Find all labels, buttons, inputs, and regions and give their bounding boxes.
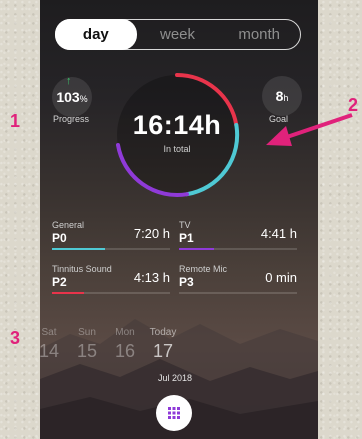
program-bar-fill bbox=[52, 248, 106, 250]
day-item-sat[interactable]: Sat 14 bbox=[40, 327, 68, 362]
program-p2[interactable]: Tinnitus Sound P2 4:13 h bbox=[52, 264, 170, 294]
menu-button[interactable] bbox=[156, 395, 192, 431]
total-time: 16:14h bbox=[132, 110, 222, 140]
program-time: 4:13 h bbox=[133, 270, 170, 285]
day-item-mon[interactable]: Mon 16 bbox=[106, 327, 144, 362]
day-number: 15 bbox=[76, 341, 98, 361]
tab-month[interactable]: month bbox=[218, 20, 300, 49]
annotation-3: 3 bbox=[10, 328, 21, 348]
app-screen: day week month 103% ↑ Progress 8h Goal 1… bbox=[40, 0, 318, 439]
program-time: 0 min bbox=[265, 270, 297, 285]
grid-icon bbox=[168, 407, 180, 419]
program-bar bbox=[52, 292, 170, 294]
day-item-sun[interactable]: Sun 15 bbox=[68, 327, 106, 362]
program-code: P0 bbox=[52, 231, 67, 245]
program-p0[interactable]: General P0 7:20 h bbox=[52, 220, 170, 250]
day-number: 14 bbox=[40, 341, 60, 361]
program-bar-fill bbox=[52, 292, 84, 294]
month-label: Jul 2018 bbox=[158, 373, 193, 383]
day-name: Sat bbox=[41, 327, 57, 338]
day-item-today[interactable]: Today 17 bbox=[144, 327, 182, 362]
total-label: In total bbox=[163, 144, 191, 154]
program-bar bbox=[52, 248, 170, 250]
period-selector: day week month bbox=[55, 19, 301, 50]
annotation-1: 1 bbox=[10, 111, 21, 131]
program-time: 7:20 h bbox=[133, 226, 170, 241]
day-number: 16 bbox=[114, 341, 136, 361]
day-name: Today bbox=[149, 327, 177, 338]
program-p1[interactable]: TV P1 4:41 h bbox=[179, 220, 297, 250]
program-code: P1 bbox=[179, 231, 194, 245]
program-p3[interactable]: Remote Mic P3 0 min bbox=[179, 264, 297, 294]
tab-week[interactable]: week bbox=[137, 20, 219, 49]
day-picker: Sat 14 Sun 15 Mon 16 Today 17 bbox=[40, 327, 182, 362]
total-display: 16:14h In total bbox=[112, 110, 242, 154]
program-bar bbox=[179, 292, 297, 294]
progress-indicator: 103% bbox=[52, 77, 92, 117]
program-bar-fill bbox=[179, 248, 215, 250]
tab-day[interactable]: day bbox=[55, 19, 137, 50]
progress-label: Progress bbox=[53, 114, 90, 124]
program-bar bbox=[179, 248, 297, 250]
program-time: 4:41 h bbox=[260, 226, 297, 241]
day-name: Sun bbox=[78, 327, 96, 338]
day-name: Mon bbox=[115, 327, 135, 338]
program-code: P2 bbox=[52, 275, 67, 289]
up-arrow-icon: ↑ bbox=[66, 75, 72, 87]
day-number: 17 bbox=[152, 341, 174, 361]
progress-value: 103% bbox=[56, 89, 88, 105]
program-code: P3 bbox=[179, 275, 194, 289]
annotation-arrow-icon bbox=[266, 113, 353, 146]
